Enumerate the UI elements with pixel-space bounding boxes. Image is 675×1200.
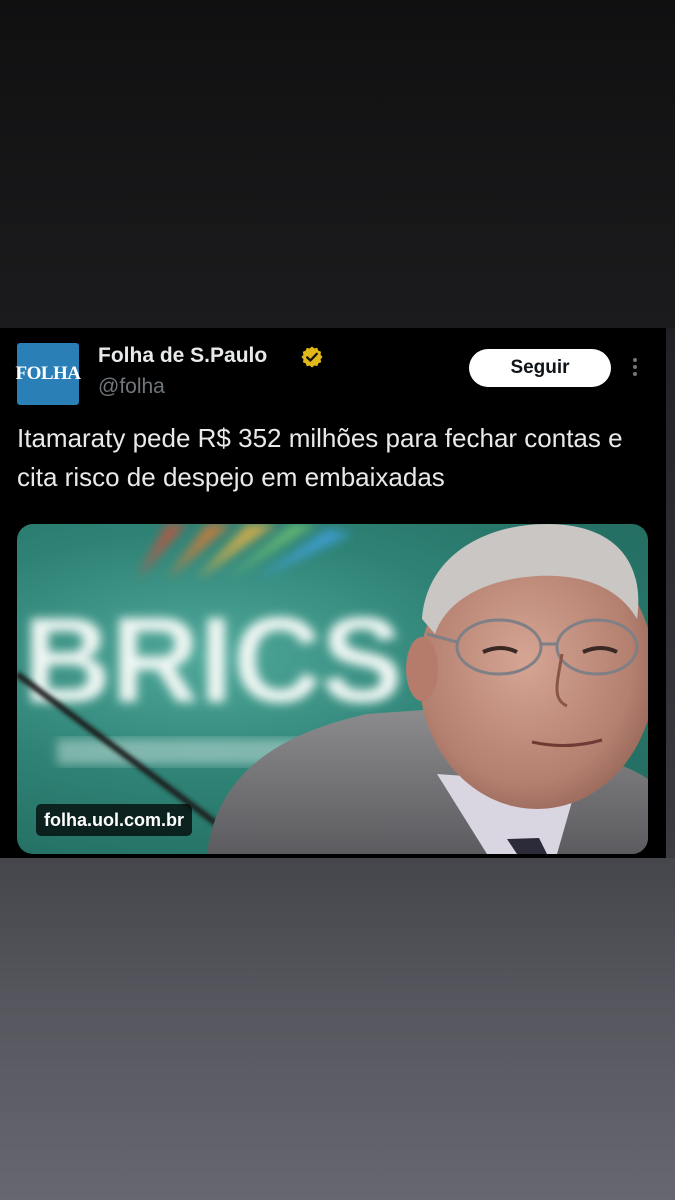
author-handle[interactable]: @folha xyxy=(98,375,165,399)
tweet-card[interactable]: FOLHA Folha de S.Paulo @folha Seguir Ita… xyxy=(0,328,666,858)
top-blank-area xyxy=(0,0,675,328)
follow-button[interactable]: Seguir xyxy=(469,349,611,387)
avatar-logo-text: FOLHA xyxy=(15,363,81,384)
bottom-blank-area xyxy=(0,858,675,1200)
author-name[interactable]: Folha de S.Paulo xyxy=(98,344,267,368)
media-source-link[interactable]: folha.uol.com.br xyxy=(36,804,193,836)
tweet-text: Itamaraty pede R$ 352 milhões para fecha… xyxy=(17,423,623,492)
verified-badge-icon xyxy=(301,346,323,368)
more-options-icon[interactable] xyxy=(625,354,645,380)
media-background-text: BRICS xyxy=(23,592,403,728)
author-avatar[interactable]: FOLHA xyxy=(15,343,81,405)
